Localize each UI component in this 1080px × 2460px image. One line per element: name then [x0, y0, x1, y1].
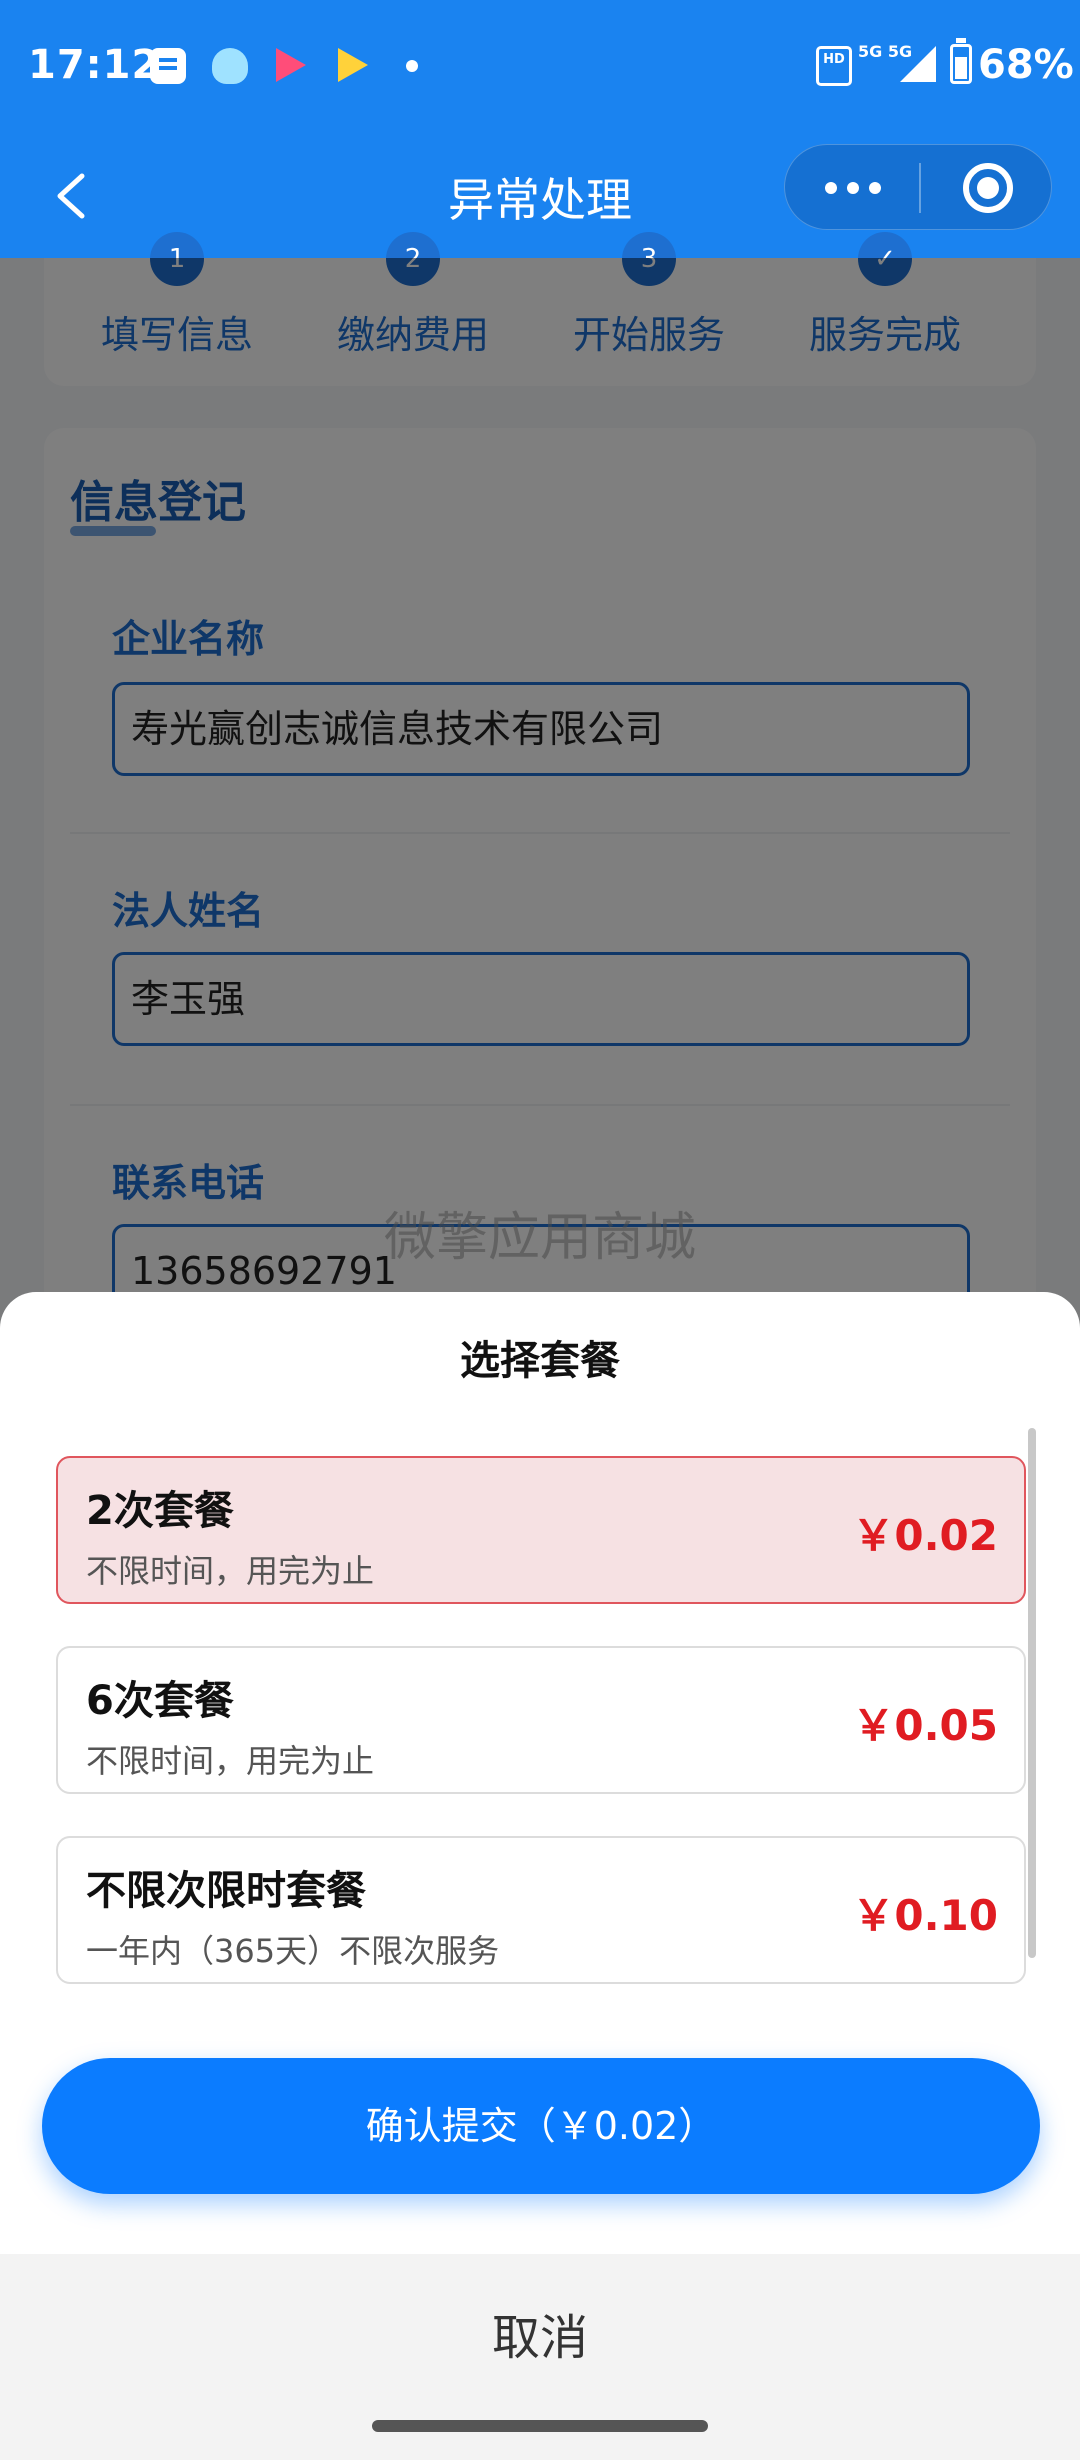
plan-price: ￥0.10 [852, 1891, 998, 1940]
plan-description: 不限时间，用完为止 [86, 1742, 375, 1780]
battery-icon [950, 38, 972, 84]
hd-icon: HD [816, 46, 852, 86]
sheet-title: 选择套餐 [460, 1338, 620, 1384]
status-time: 17:12 [28, 42, 161, 88]
plan-price: ￥0.05 [852, 1701, 998, 1750]
plan-option-6-times[interactable]: 6次套餐 不限时间，用完为止 ￥0.05 [56, 1646, 1026, 1794]
cancel-area: 取消 [0, 2254, 1080, 2460]
mini-program-capsule [784, 144, 1052, 230]
plan-option-2-times[interactable]: 2次套餐 不限时间，用完为止 ￥0.02 [56, 1456, 1026, 1604]
more-dots-icon[interactable] [825, 173, 885, 203]
plan-name: 2次套餐 [86, 1488, 234, 1534]
target-icon[interactable] [963, 163, 1013, 213]
plan-price: ￥0.02 [852, 1511, 998, 1560]
plan-name: 6次套餐 [86, 1678, 234, 1724]
qq-icon [212, 48, 248, 84]
plan-description: 不限时间，用完为止 [86, 1552, 375, 1590]
plan-option-unlimited[interactable]: 不限次限时套餐 一年内（365天）不限次服务 ￥0.10 [56, 1836, 1026, 1984]
plan-description: 一年内（365天）不限次服务 [86, 1932, 500, 1970]
cancel-button[interactable]: 取消 [0, 2298, 1080, 2368]
video-app-icon [338, 48, 368, 82]
battery-percent: 68% [978, 42, 1074, 88]
message-icon [150, 48, 186, 84]
signal-icon [900, 46, 936, 82]
plan-list-scrollbar[interactable] [1028, 1428, 1036, 1958]
status-bar: 17:12 HD 5G 5G 68% [0, 0, 1080, 134]
video-app-icon [276, 48, 306, 82]
dot-icon [406, 60, 418, 72]
confirm-submit-button[interactable]: 确认提交（￥0.02） [42, 2058, 1040, 2194]
home-indicator [372, 2420, 708, 2432]
plan-selection-sheet: 选择套餐 2次套餐 不限时间，用完为止 ￥0.02 6次套餐 不限时间，用完为止… [0, 1292, 1080, 2460]
capsule-divider [919, 163, 921, 213]
plan-name: 不限次限时套餐 [86, 1868, 366, 1914]
